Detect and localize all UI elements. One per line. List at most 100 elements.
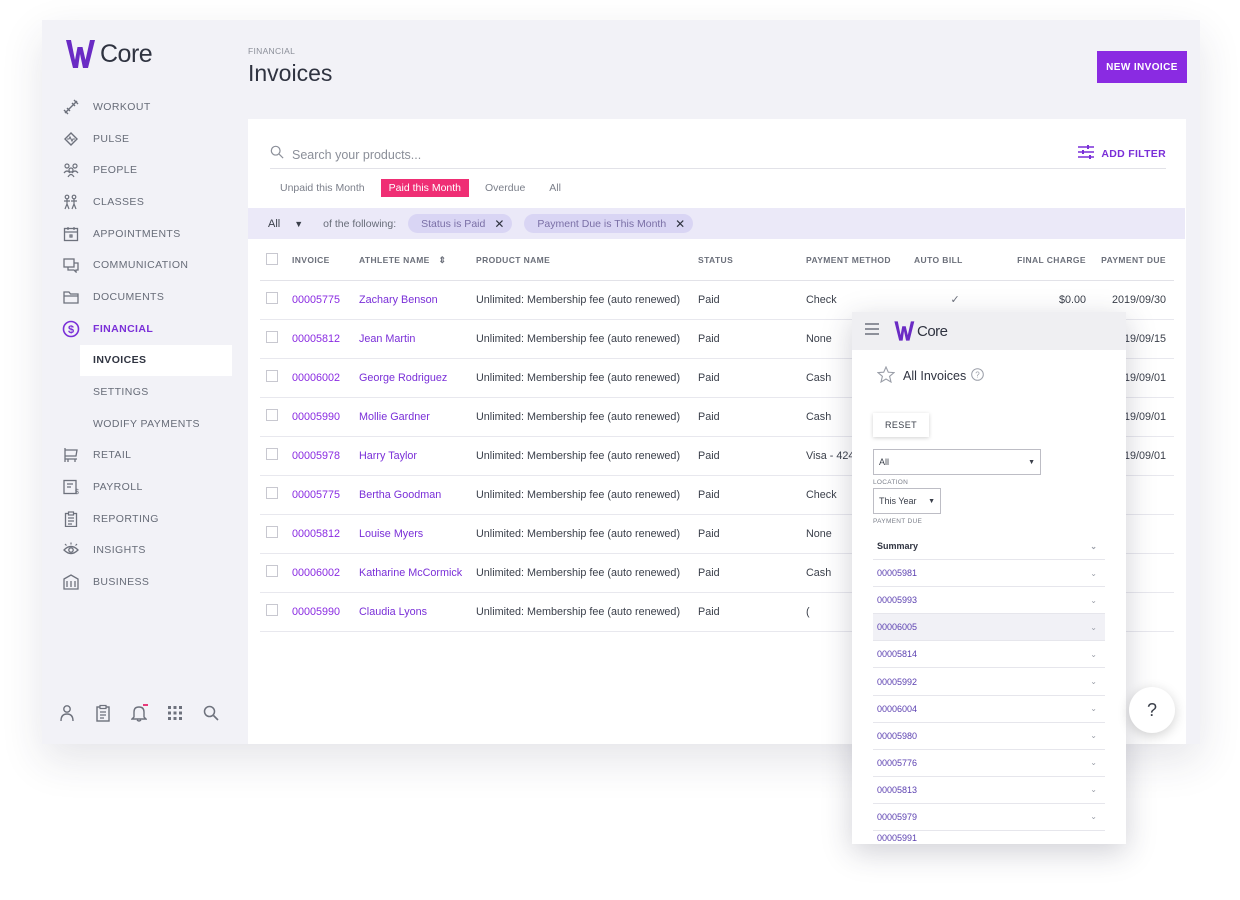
list-item[interactable]: 00006005 ⌄ (873, 614, 1105, 642)
column-header[interactable]: AUTO BILL (914, 241, 996, 281)
invoice-link[interactable]: 00005980 (877, 731, 917, 741)
close-icon[interactable]: ✕ (494, 217, 504, 231)
search-icon[interactable] (200, 702, 222, 724)
filter-chip[interactable]: Status is Paid ✕ (408, 214, 513, 233)
reset-button[interactable]: RESET (873, 413, 929, 437)
apps-grid-icon[interactable] (164, 702, 186, 724)
list-item[interactable]: 00005813 ⌄ (873, 777, 1105, 804)
logo[interactable]: Core (64, 38, 153, 70)
add-filter-button[interactable]: ADD FILTER (1078, 145, 1166, 162)
chevron-down-icon[interactable]: ⌄ (1090, 623, 1097, 632)
sort-icon[interactable]: ⇕ (439, 255, 447, 265)
list-item[interactable]: 00005991 (873, 831, 1105, 843)
summary-header-row[interactable]: Summary ⌄ (873, 533, 1105, 561)
list-item[interactable]: 00005980 ⌄ (873, 723, 1105, 750)
invoice-link[interactable]: 00005814 (877, 649, 917, 659)
sidebar-item-communication[interactable]: COMMUNICATION (42, 249, 248, 281)
payment-due-select[interactable]: This Year ▼ (873, 488, 941, 514)
row-checkbox[interactable] (266, 292, 278, 304)
chevron-down-icon[interactable]: ⌄ (1090, 785, 1097, 794)
invoice-number-link[interactable]: 00005812 (292, 514, 359, 554)
column-header-athlete[interactable]: ATHLETE NAME ⇕ (359, 241, 476, 281)
chevron-down-icon[interactable]: ⌄ (1090, 596, 1097, 605)
sidebar-subitem-invoices[interactable]: INVOICES (80, 344, 232, 377)
row-checkbox[interactable] (266, 331, 278, 343)
help-circle-icon[interactable]: ? (971, 368, 985, 384)
invoice-number-link[interactable]: 00005775 (292, 280, 359, 320)
sidebar-item-insights[interactable]: INSIGHTS (42, 535, 248, 567)
athlete-name-link[interactable]: Harry Taylor (359, 436, 476, 476)
new-invoice-button[interactable]: NEW INVOICE (1097, 51, 1187, 83)
invoice-link[interactable]: 00006005 (877, 622, 917, 632)
sidebar-item-pulse[interactable]: PULSE (42, 123, 248, 155)
invoice-number-link[interactable]: 00005978 (292, 436, 359, 476)
invoice-link[interactable]: 00005993 (877, 595, 917, 605)
chevron-down-icon[interactable]: ⌄ (1090, 704, 1097, 713)
list-item[interactable]: 00006004 ⌄ (873, 696, 1105, 723)
athlete-name-link[interactable]: Katharine McCormick (359, 553, 476, 593)
athlete-name-link[interactable]: Jean Martin (359, 319, 476, 359)
sidebar-item-people[interactable]: PEOPLE (42, 154, 248, 186)
tab-paid-this-month[interactable]: Paid this Month (380, 179, 470, 197)
select-all-checkbox[interactable] (266, 253, 278, 266)
chevron-down-icon[interactable]: ⌄ (1090, 542, 1097, 551)
sidebar-item-financial[interactable]: $ FINANCIAL (42, 313, 248, 345)
filter-scope-dropdown[interactable]: All ▼ (268, 218, 303, 230)
row-checkbox[interactable] (266, 565, 278, 577)
search-input[interactable] (292, 147, 892, 162)
user-icon[interactable] (56, 702, 78, 724)
invoice-number-link[interactable]: 00005990 (292, 397, 359, 437)
column-header[interactable]: PRODUCT NAME (476, 241, 698, 281)
chevron-down-icon[interactable]: ⌄ (1090, 569, 1097, 578)
close-icon[interactable]: ✕ (675, 217, 685, 231)
row-checkbox[interactable] (266, 409, 278, 421)
list-item[interactable]: 00005981 ⌄ (873, 560, 1105, 588)
help-button[interactable]: ? (1129, 687, 1175, 733)
list-item[interactable]: 00005814 ⌄ (873, 641, 1105, 669)
invoice-link[interactable]: 00005981 (877, 568, 917, 578)
column-header[interactable]: PAYMENT METHOD (806, 241, 914, 281)
sidebar-subitem-settings[interactable]: SETTINGS (42, 376, 248, 408)
athlete-name-link[interactable]: Zachary Benson (359, 280, 476, 320)
column-header[interactable]: INVOICE (292, 241, 359, 281)
sidebar-subitem-wodify-payments[interactable]: WODIFY PAYMENTS (42, 408, 248, 440)
location-select[interactable]: All ▼ (873, 449, 1041, 475)
invoice-number-link[interactable]: 00005990 (292, 592, 359, 632)
row-checkbox[interactable] (266, 526, 278, 538)
invoice-number-link[interactable]: 00005812 (292, 319, 359, 359)
sidebar-item-business[interactable]: BUSINESS (42, 566, 248, 598)
invoice-link[interactable]: 00005991 (877, 833, 917, 843)
column-header[interactable]: PAYMENT DUE (1086, 241, 1174, 281)
chevron-down-icon[interactable]: ⌄ (1090, 812, 1097, 821)
list-item[interactable]: 00005992 ⌄ (873, 668, 1105, 696)
athlete-name-link[interactable]: George Rodriguez (359, 358, 476, 398)
sidebar-item-reporting[interactable]: REPORTING (42, 503, 248, 535)
chevron-down-icon[interactable]: ⌄ (1090, 677, 1097, 686)
invoice-number-link[interactable]: 00006002 (292, 553, 359, 593)
chevron-down-icon[interactable]: ⌄ (1090, 758, 1097, 767)
invoice-link[interactable]: 00005979 (877, 812, 917, 822)
tab-all[interactable]: All (541, 179, 569, 197)
filter-chip[interactable]: Payment Due is This Month ✕ (524, 214, 694, 233)
row-checkbox[interactable] (266, 604, 278, 616)
row-checkbox[interactable] (266, 448, 278, 460)
sidebar-item-retail[interactable]: RETAIL (42, 440, 248, 472)
invoice-number-link[interactable]: 00005775 (292, 475, 359, 515)
sidebar-item-classes[interactable]: CLASSES (42, 186, 248, 218)
invoice-link[interactable]: 00005992 (877, 677, 917, 687)
invoice-number-link[interactable]: 00006002 (292, 358, 359, 398)
list-item[interactable]: 00005979 ⌄ (873, 804, 1105, 832)
invoice-link[interactable]: 00005813 (877, 785, 917, 795)
star-icon[interactable] (876, 365, 896, 386)
tab-unpaid-this-month[interactable]: Unpaid this Month (272, 179, 373, 197)
athlete-name-link[interactable]: Bertha Goodman (359, 475, 476, 515)
bell-icon[interactable] (128, 702, 150, 724)
invoice-link[interactable]: 00005776 (877, 758, 917, 768)
clipboard-icon[interactable] (92, 702, 114, 724)
hamburger-menu-icon[interactable] (865, 322, 879, 340)
chevron-down-icon[interactable]: ⌄ (1090, 650, 1097, 659)
list-item[interactable]: 00005993 ⌄ (873, 587, 1105, 615)
athlete-name-link[interactable]: Louise Myers (359, 514, 476, 554)
list-item[interactable]: 00005776 ⌄ (873, 750, 1105, 777)
sidebar-item-workout[interactable]: WORKOUT (42, 91, 248, 123)
